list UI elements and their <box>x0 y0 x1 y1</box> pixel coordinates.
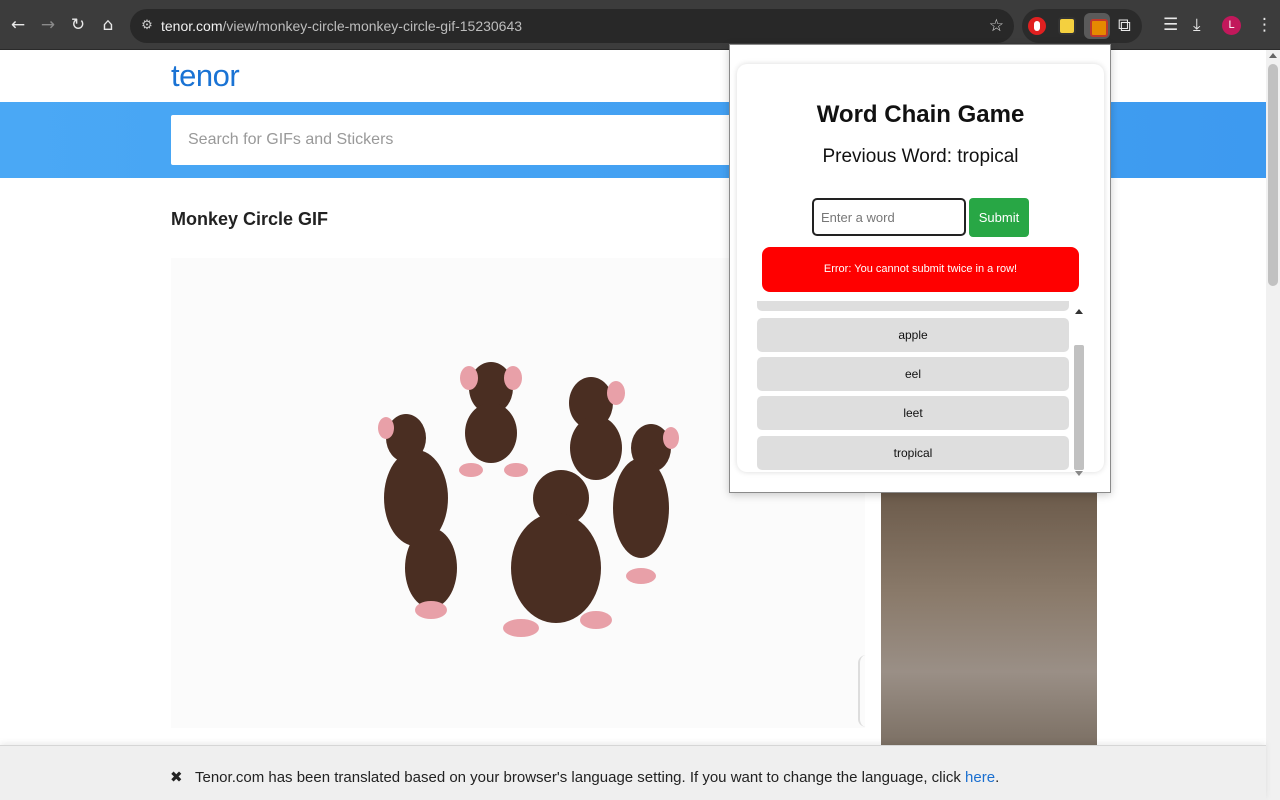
submit-button[interactable]: Submit <box>969 198 1029 237</box>
list-item: eel <box>757 357 1069 391</box>
word-chain-popup: Word Chain Game Previous Word: tropical … <box>729 44 1111 493</box>
kebab-menu-icon[interactable]: ⋮ <box>1256 15 1273 35</box>
avatar[interactable]: L <box>1222 16 1241 35</box>
tenor-logo[interactable]: tenor <box>171 58 240 94</box>
download-icon[interactable]: ⤓ <box>1193 15 1201 35</box>
translation-message: Tenor.com has been translated based on y… <box>195 769 1000 786</box>
page-title: Monkey Circle GIF <box>171 209 329 229</box>
word-chain-extension-icon[interactable] <box>1084 13 1110 39</box>
scroll-down-arrow-icon[interactable] <box>1075 471 1083 476</box>
scroll-up-arrow-icon[interactable] <box>1269 53 1277 58</box>
word-list-scrollbar[interactable] <box>1072 304 1086 472</box>
game-title: Word Chain Game <box>816 101 1025 128</box>
forward-arrow-icon[interactable]: → <box>36 13 60 37</box>
media-control-icon[interactable]: ☰ <box>1163 15 1178 35</box>
list-item: tropical <box>757 436 1069 470</box>
scroll-up-arrow-icon[interactable] <box>1075 309 1083 314</box>
side-card-edge <box>858 655 868 727</box>
site-settings-icon[interactable]: ⚙ <box>138 17 156 35</box>
reload-icon[interactable]: ↻ <box>66 13 90 37</box>
url-text[interactable]: tenor.com/view/monkey-circle-monkey-circ… <box>161 18 522 34</box>
search-placeholder: Search for GIFs and Stickers <box>188 131 394 148</box>
address-bar[interactable]: ⚙ tenor.com/view/monkey-circle-monkey-ci… <box>130 9 1014 43</box>
list-item: apple <box>757 318 1069 352</box>
puzzle-icon[interactable]: ⧉ <box>1118 15 1136 36</box>
error-message: Error: You cannot submit twice in a row! <box>762 247 1079 292</box>
game-container: Word Chain Game Previous Word: tropical … <box>737 64 1104 472</box>
extension-red-icon[interactable] <box>1028 17 1046 35</box>
list-scrollbar-thumb[interactable] <box>1074 345 1084 470</box>
related-gif-thumbnail[interactable] <box>881 490 1097 750</box>
scrollbar-thumb[interactable] <box>1268 64 1278 286</box>
word-input[interactable] <box>812 198 966 236</box>
star-icon[interactable]: ☆ <box>989 16 1004 36</box>
translation-notice-bar: ✖ Tenor.com has been translated based on… <box>0 745 1266 800</box>
home-icon[interactable]: ⌂ <box>96 13 120 37</box>
browser-toolbar: ← → ↻ ⌂ ⚙ tenor.com/view/monkey-circle-m… <box>0 0 1280 50</box>
close-icon[interactable]: ✖ <box>170 768 183 786</box>
previous-word: Previous Word: tropical <box>822 146 1019 167</box>
page-scrollbar[interactable] <box>1266 50 1280 800</box>
back-arrow-icon[interactable]: ← <box>6 13 30 37</box>
change-language-link[interactable]: here <box>965 769 995 786</box>
list-item: leet <box>757 396 1069 430</box>
list-item-partial <box>757 301 1069 311</box>
word-history-list[interactable]: apple eel leet tropical <box>757 301 1088 472</box>
extension-yellow-icon[interactable] <box>1058 17 1076 35</box>
